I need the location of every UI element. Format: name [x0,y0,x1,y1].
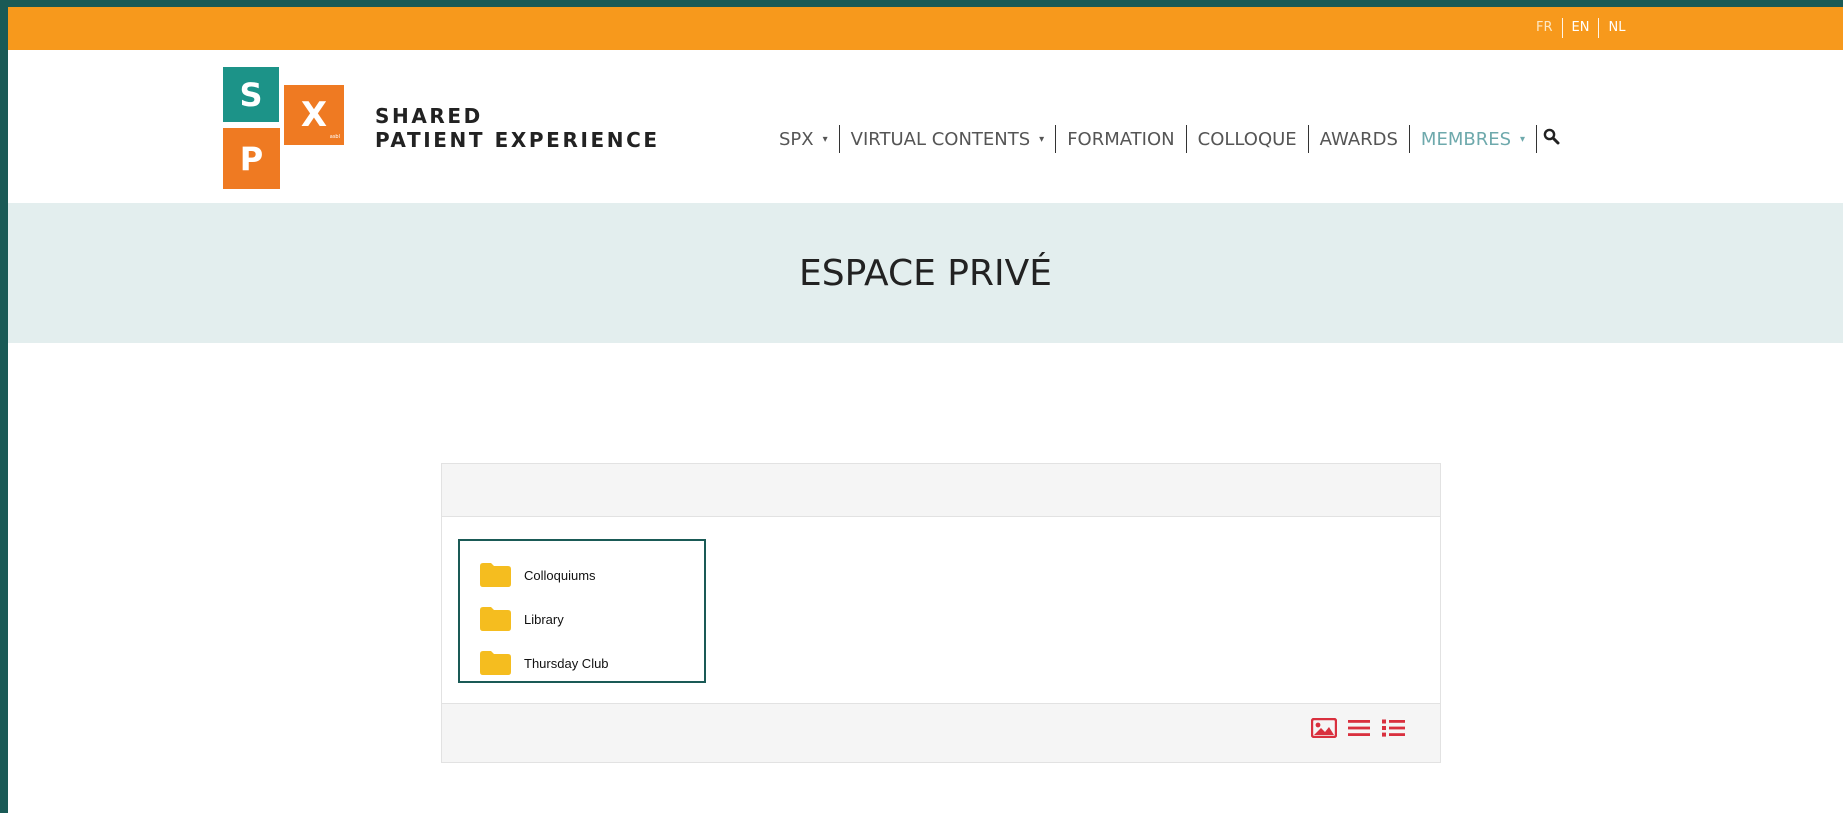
folder-icon [480,607,511,631]
nav-item-membres[interactable]: MEMBRES ▾ [1410,129,1536,150]
logo-p: P [223,128,280,189]
folder-label: Thursday Club [524,655,609,671]
chevron-down-icon: ▾ [822,133,828,145]
chevron-down-icon: ▾ [1520,133,1526,145]
file-browser-header [442,464,1440,517]
folder-icon [480,563,511,587]
brand-line-1: SHARED [375,104,483,128]
list-view-icon[interactable] [1347,718,1371,738]
nav-item-colloque[interactable]: COLLOQUE [1187,129,1308,150]
page-frame: FR EN NL S Xasbl P SHARED PATIENT EXPERI… [8,7,1843,813]
chevron-down-icon: ▾ [1039,133,1045,145]
logo-x: Xasbl [284,85,344,145]
image-view-icon[interactable] [1311,718,1337,738]
top-bar: FR EN NL [8,7,1843,50]
nav-item-virtual-contents[interactable]: VIRTUAL CONTENTS ▾ [840,129,1056,150]
folder-label: Library [524,611,564,627]
lang-nl[interactable]: NL [1599,18,1634,38]
folder-item-colloquiums[interactable]: Colloquiums [460,553,704,597]
folder-icon [480,651,511,675]
folder-list: Colloquiums Library Thursday Club [458,539,706,683]
site-logo[interactable]: S Xasbl P [223,67,344,189]
lang-separator [1598,18,1600,38]
lang-separator [1561,18,1563,38]
logo-asbl: asbl [329,134,340,140]
main-nav: SPX ▾ VIRTUAL CONTENTS ▾ FORMATION COLLOQU… [768,125,1566,153]
file-browser-footer [442,703,1440,762]
nav-item-awards[interactable]: AWARDS [1309,129,1409,150]
nav-item-spx[interactable]: SPX ▾ [768,129,839,150]
search-icon[interactable] [1537,128,1566,150]
page-hero: ESPACE PRIVÉ [8,203,1843,343]
folder-item-thursday-club[interactable]: Thursday Club [460,641,704,685]
language-switcher: FR EN NL [1527,18,1634,38]
brand-line-2: PATIENT EXPERIENCE [375,128,660,152]
logo-s: S [223,67,279,122]
lang-fr[interactable]: FR [1527,18,1562,38]
folder-label: Colloquiums [524,567,596,583]
brand-name[interactable]: SHARED PATIENT EXPERIENCE [375,104,660,152]
page-title: ESPACE PRIVÉ [798,252,1053,294]
view-switcher [1311,718,1406,738]
lang-en[interactable]: EN [1563,18,1599,38]
nav-item-formation[interactable]: FORMATION [1056,129,1185,150]
file-browser: Colloquiums Library Thursday Club [441,463,1441,763]
detail-list-view-icon[interactable] [1381,718,1406,738]
folder-item-library[interactable]: Library [460,597,704,641]
